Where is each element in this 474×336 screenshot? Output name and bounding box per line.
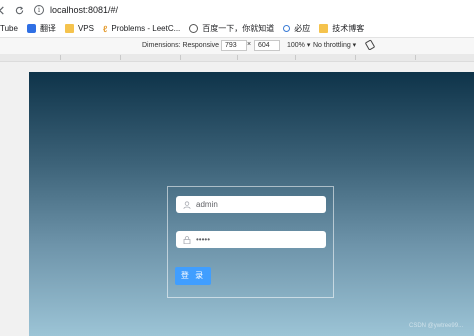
- rotate-icon[interactable]: [365, 39, 375, 51]
- throttle-dropdown[interactable]: No throttling ▾: [313, 41, 356, 49]
- ruler-tick: [237, 55, 238, 60]
- width-input[interactable]: 793: [221, 40, 247, 51]
- ruler-tick: [415, 55, 416, 60]
- bookmark-tube[interactable]: Tube: [0, 24, 18, 33]
- address-bar-row: i localhost:8081/#/: [0, 0, 474, 20]
- bookmark-label: 百度一下，你就知道: [202, 24, 275, 33]
- lock-icon: [183, 235, 191, 244]
- url-text: localhost:8081/#/: [50, 5, 119, 15]
- bookmark-label: Tube: [0, 24, 18, 33]
- bookmark-bing[interactable]: 必应: [283, 23, 310, 34]
- device-toolbar: Dimensions: Responsive ▾ 793 × 604 100% …: [0, 38, 474, 54]
- reload-icon[interactable]: [12, 3, 26, 17]
- bookmark-vps[interactable]: VPS: [64, 24, 94, 33]
- bookmark-label: 翻译: [39, 24, 56, 33]
- bookmarks-bar: Tube 翻译 VPS ℓ Problems - LeetC... 百度一下，你…: [0, 20, 474, 38]
- bookmark-label: 技术博客: [332, 24, 365, 33]
- globe-icon: [189, 24, 199, 33]
- zoom-dropdown[interactable]: 100% ▾: [287, 41, 310, 49]
- dimensions-dropdown[interactable]: Dimensions: Responsive ▾: [142, 41, 225, 49]
- username-field[interactable]: [176, 196, 326, 213]
- password-input[interactable]: [196, 235, 316, 244]
- watermark-text: CSDN @ywtree99...: [409, 323, 464, 329]
- bookmark-leetcode[interactable]: ℓ Problems - LeetC...: [103, 24, 180, 34]
- ruler-tick: [120, 55, 121, 60]
- ruler-tick: [295, 55, 296, 60]
- bookmark-translate[interactable]: 翻译: [26, 23, 56, 34]
- search-icon: [283, 25, 291, 32]
- folder-icon: [319, 24, 329, 33]
- username-input[interactable]: [196, 200, 316, 209]
- media-query-ruler: [0, 54, 474, 62]
- bookmark-label: Problems - LeetC...: [111, 24, 181, 33]
- bookmark-label: 必应: [294, 24, 311, 33]
- times-sign: ×: [247, 41, 252, 48]
- back-icon[interactable]: [0, 3, 8, 17]
- user-icon: [183, 200, 191, 209]
- login-form: 登 录: [167, 186, 334, 298]
- bookmark-tech-blog[interactable]: 技术博客: [319, 23, 364, 34]
- ruler-tick: [180, 55, 181, 60]
- ruler-tick: [60, 55, 61, 60]
- omnibox[interactable]: i localhost:8081/#/: [34, 2, 118, 18]
- login-button[interactable]: 登 录: [175, 267, 211, 285]
- leetcode-icon: ℓ: [102, 23, 108, 34]
- site-info-icon[interactable]: i: [34, 5, 44, 15]
- bookmark-baidu[interactable]: 百度一下，你就知道: [189, 23, 274, 34]
- folder-icon: [64, 24, 74, 33]
- translate-icon: [26, 24, 36, 33]
- ruler-tick: [355, 55, 356, 60]
- height-input[interactable]: 604: [254, 40, 280, 51]
- password-field[interactable]: [176, 231, 326, 248]
- bookmark-label: VPS: [77, 24, 94, 33]
